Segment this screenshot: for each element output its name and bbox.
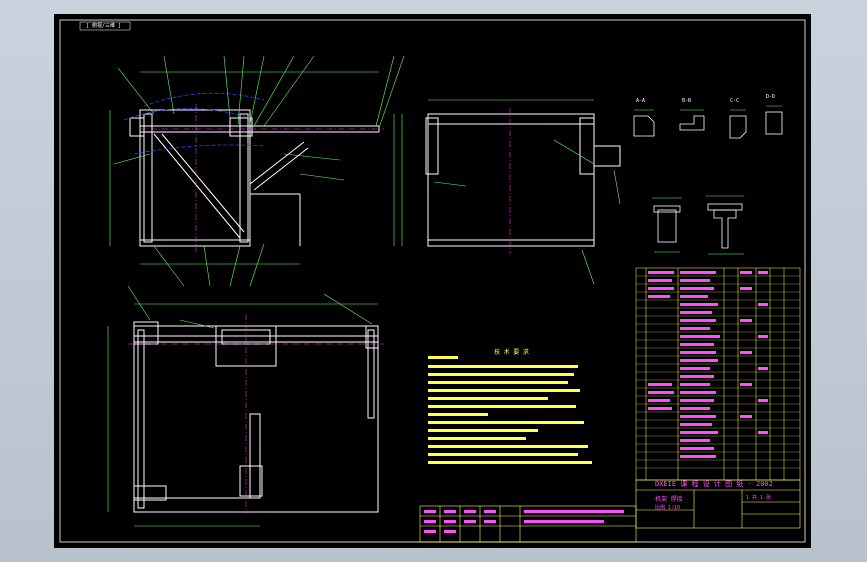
notes-title: 技 术 要 求 (494, 349, 529, 356)
top-view (133, 321, 379, 513)
section-label-d: D-D (766, 94, 776, 100)
title-block-sheet: 1 共 1 张 (746, 495, 772, 501)
section-label-b: B-B (682, 98, 692, 104)
title-block-scale: 比例 1:10 (655, 505, 681, 511)
parts-list (635, 267, 801, 481)
cad-drawing (59, 19, 806, 543)
technical-notes (428, 356, 592, 464)
sheet-tag: [ 俯视/三维 ] (86, 23, 122, 29)
section-details (633, 111, 783, 249)
title-block-school: DXEIE 课 程 设 计 图 纸 - 2002 (655, 480, 773, 488)
parts-list-text (648, 271, 768, 458)
cad-viewport[interactable]: [ 俯视/三维 ] 技 术 要 求 DXEIE 课 程 设 计 图 纸 - 20… (54, 14, 811, 548)
signature-text (424, 510, 624, 533)
front-view (129, 109, 380, 247)
section-label-a: A-A (636, 98, 646, 104)
section-label-c: C-C (730, 98, 740, 104)
side-view (425, 113, 621, 247)
front-view-dims (109, 55, 405, 287)
title-block-part-name: 机架 焊接 (655, 496, 683, 503)
side-view-dims (401, 99, 621, 285)
